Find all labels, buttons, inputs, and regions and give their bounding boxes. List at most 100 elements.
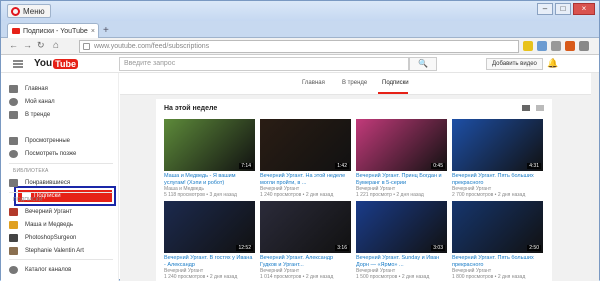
video-card[interactable]: 12:52 Вечерний Ургант. В гостях у Ивана -… — [164, 201, 255, 280]
settings-icon[interactable] — [579, 41, 589, 51]
library-header: Библиотека — [13, 168, 49, 174]
browser-window: Меню – □ × Подписки - YouTube × + ← → ↻ … — [0, 0, 600, 281]
url-field[interactable]: www.youtube.com/feed/subscriptions — [79, 40, 519, 53]
home-nav-icon[interactable]: ⌂ — [53, 40, 59, 51]
channel-avatar — [9, 207, 18, 216]
logo-you: You — [34, 58, 53, 69]
video-card[interactable]: 7:14 Маша и Медведь - Я вашим услугам! (Х… — [164, 119, 255, 198]
reload-icon[interactable]: ↻ — [37, 40, 45, 51]
video-meta: 5 118 просмотров • 3 дня назад — [164, 192, 237, 198]
video-title[interactable]: Вечерний Ургант. Пять больших прекрасног… — [452, 173, 543, 186]
video-meta: 1 221 просмотр • 2 дня назад — [356, 192, 424, 198]
video-duration: 4:31 — [527, 163, 541, 169]
video-thumbnail[interactable]: 7:14 — [164, 119, 255, 171]
sidebar-item-watch-later[interactable]: Посмотреть позже — [9, 148, 76, 159]
tab-subscriptions[interactable]: Подписки — [382, 80, 409, 86]
video-title[interactable]: Вечерний Ургант. В гостях у Ивана - Алек… — [164, 255, 255, 268]
video-thumbnail[interactable]: 1:42 — [260, 119, 351, 171]
video-card[interactable]: 3:16 Вечерний Ургант. Александр Гудков и … — [260, 201, 351, 280]
scrollbar[interactable] — [591, 73, 599, 281]
shield-icon[interactable] — [537, 41, 547, 51]
video-meta: 1 014 просмотров • 2 дня назад — [260, 274, 334, 280]
video-thumbnail[interactable]: 3:03 — [356, 201, 447, 253]
video-card[interactable]: 0:45 Вечерний Ургант. Принц Богдан и Буме… — [356, 119, 447, 198]
video-duration: 3:03 — [431, 245, 445, 251]
heart-icon[interactable] — [551, 41, 561, 51]
video-thumbnail[interactable]: 2:50 — [452, 201, 543, 253]
sidebar-item-label: В тренде — [25, 111, 51, 118]
grid-view-icon[interactable] — [536, 105, 544, 111]
video-card[interactable]: 2:50 Вечерний Ургант. Пять больших прекра… — [452, 201, 543, 280]
section-title: На этой неделе — [164, 105, 218, 112]
opera-logo-icon — [11, 6, 20, 16]
subscription-channel[interactable]: Маша и Медведь — [9, 219, 73, 230]
close-window-button[interactable]: × — [573, 3, 595, 15]
sidebar-item-channel-catalog[interactable]: Каталог каналов — [9, 264, 71, 275]
sidebar-item-home[interactable]: Главная — [9, 83, 48, 94]
extension-icon[interactable] — [523, 41, 533, 51]
sidebar-item-label: Мой канал — [25, 98, 55, 105]
subscription-channel[interactable]: Вечерний Ургант — [9, 206, 72, 217]
video-title[interactable]: Вечерний Ургант. Sunday и Иван Дорн — «Я… — [356, 255, 447, 268]
video-title[interactable]: Вечерний Ургант. На этой неделе могли пр… — [260, 173, 351, 186]
active-tab-indicator — [378, 92, 408, 94]
channel-avatar — [9, 220, 18, 229]
sidebar-item-label: Главная — [25, 85, 48, 92]
download-icon[interactable] — [565, 41, 575, 51]
video-thumbnail[interactable]: 12:52 — [164, 201, 255, 253]
title-bar: Меню – □ × — [1, 1, 599, 21]
youtube-logo[interactable]: You Tube — [34, 58, 78, 69]
sidebar-item-history[interactable]: Просмотренные — [9, 135, 70, 146]
video-title[interactable]: Вечерний Ургант. Пять больших прекрасног… — [452, 255, 543, 268]
subscription-channel[interactable]: PhotoshopSurgeon — [9, 232, 76, 243]
user-icon — [9, 97, 18, 106]
sidebar-item-my-channel[interactable]: Мой канал — [9, 96, 55, 107]
video-meta: 2 700 просмотров • 2 дня назад — [452, 192, 526, 198]
sidebar-item-liked[interactable]: Понравившиеся — [9, 177, 70, 188]
video-duration: 1:42 — [335, 163, 349, 169]
video-duration: 0:45 — [431, 163, 445, 169]
video-meta: 1 500 просмотров • 2 дня назад — [356, 274, 430, 280]
back-icon[interactable]: ← — [9, 40, 18, 50]
history-icon — [9, 136, 18, 145]
sidebar-item-label: Посмотреть позже — [25, 150, 77, 157]
minimize-button[interactable]: – — [537, 3, 553, 15]
video-card[interactable]: 3:03 Вечерний Ургант. Sunday и Иван Дорн … — [356, 201, 447, 280]
feed-tabs: Главная В тренде Подписки — [120, 73, 599, 95]
notification-bell-icon[interactable]: 🔔 — [547, 58, 558, 69]
subscription-channel[interactable]: Stephanie Valentin Art — [9, 245, 84, 256]
search-icon: 🔍 — [418, 59, 428, 68]
video-card[interactable]: 4:31 Вечерний Ургант. Пять больших прекра… — [452, 119, 543, 198]
video-duration: 2:50 — [527, 245, 541, 251]
forward-icon[interactable]: → — [23, 40, 32, 50]
search-button[interactable]: 🔍 — [409, 57, 437, 71]
video-card[interactable]: 1:42 Вечерний Ургант. На этой неделе могл… — [260, 119, 351, 198]
new-tab-button[interactable]: + — [103, 25, 109, 36]
browser-tab[interactable]: Подписки - YouTube × — [7, 23, 99, 38]
video-thumbnail[interactable]: 3:16 — [260, 201, 351, 253]
main-content: Главная В тренде Подписки На этой неделе… — [120, 73, 599, 281]
tab-trending[interactable]: В тренде — [342, 80, 367, 86]
upload-button[interactable]: Добавить видео — [486, 58, 543, 70]
tab-title: Подписки - YouTube — [23, 27, 88, 35]
video-title[interactable]: Маша и Медведь - Я вашим услугам! (Хэпи … — [164, 173, 255, 186]
guide-menu-icon[interactable] — [13, 60, 23, 68]
video-title[interactable]: Вечерний Ургант. Александр Гудков и Урга… — [260, 255, 351, 268]
close-tab-icon[interactable]: × — [91, 28, 95, 35]
video-meta: 1 240 просмотров • 2 дня назад — [164, 274, 238, 280]
channel-name: Вечерний Ургант — [25, 208, 72, 215]
tab-home[interactable]: Главная — [302, 80, 325, 86]
maximize-button[interactable]: □ — [555, 3, 571, 15]
video-thumbnail[interactable]: 4:31 — [452, 119, 543, 171]
video-duration: 3:16 — [335, 245, 349, 251]
search-input[interactable]: Введите запрос — [119, 57, 409, 71]
channel-avatar — [9, 246, 18, 255]
list-view-icon[interactable] — [522, 105, 530, 111]
video-thumbnail[interactable]: 0:45 — [356, 119, 447, 171]
sidebar-item-trending[interactable]: В тренде — [9, 109, 50, 120]
fire-icon — [9, 110, 18, 119]
video-meta: 1 240 просмотров • 2 дня назад — [260, 192, 334, 198]
thumbs-up-icon — [9, 178, 18, 187]
opera-menu-button[interactable]: Меню — [7, 4, 51, 18]
video-title[interactable]: Вечерний Ургант. Принц Богдан и Бумеранг… — [356, 173, 447, 186]
